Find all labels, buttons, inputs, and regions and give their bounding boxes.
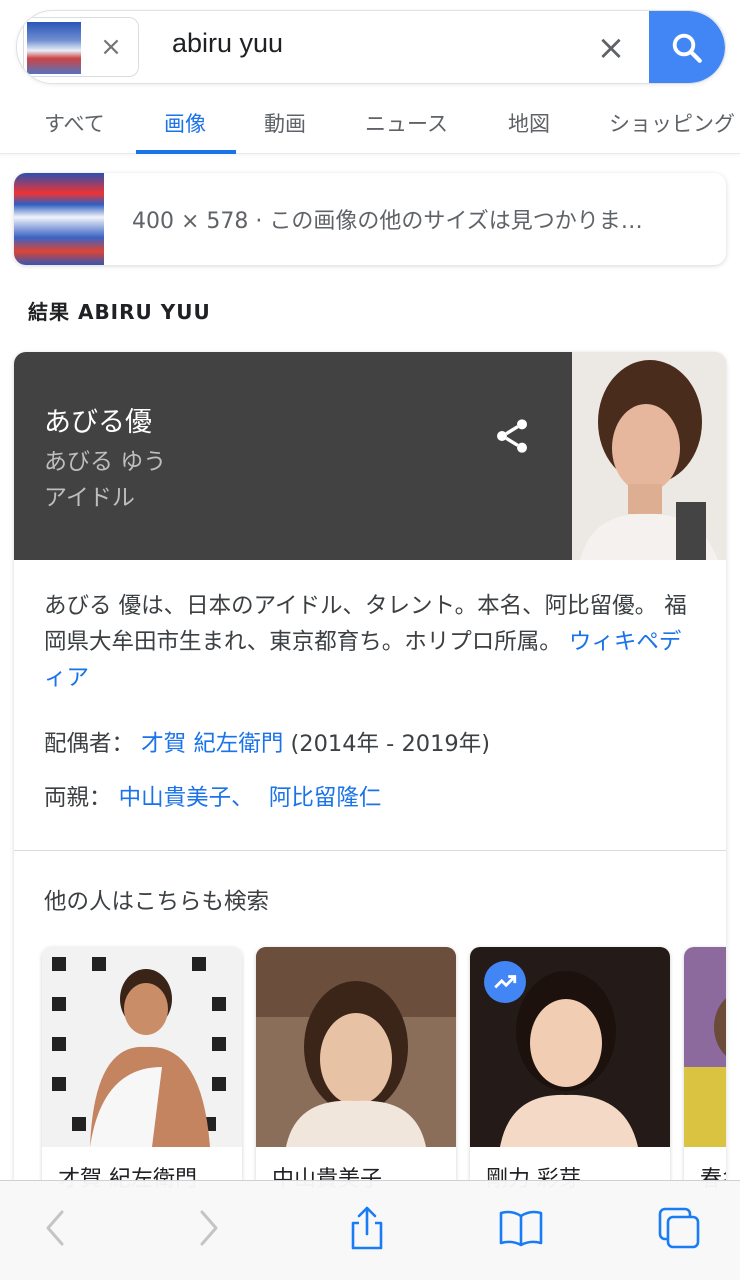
image-thumbnail (14, 173, 104, 265)
search-tabs: すべて 画像 動画 ニュース 地図 ショッピング (0, 96, 740, 154)
trending-up-icon (494, 975, 517, 989)
parent-link[interactable]: 中山貴美子、 (119, 785, 254, 811)
trending-badge (484, 961, 526, 1003)
entity-name: あびる優 (44, 407, 152, 438)
spouse-row: 配偶者： 才賀 紀左衛門 (2014年 - 2019年) (44, 726, 490, 758)
tab-all[interactable]: すべて (44, 108, 105, 138)
parents-row: 両親： 中山貴美子、 阿比留隆仁 (44, 780, 381, 812)
active-tab-indicator (136, 150, 236, 154)
search-input[interactable]: abiru yuu (172, 28, 283, 59)
remove-image-icon[interactable]: × (94, 30, 128, 64)
search-image-thumbnail (27, 22, 81, 74)
back-button[interactable] (32, 1205, 78, 1251)
chevron-right-icon (200, 1210, 218, 1246)
share-button[interactable] (344, 1205, 390, 1251)
person-photo (42, 947, 242, 1147)
browser-toolbar (0, 1180, 740, 1280)
entity-photo[interactable] (572, 352, 726, 560)
tab-news[interactable]: ニュース (365, 108, 448, 138)
entity-description: あびる 優は、日本のアイドル、タレント。本名、阿比留優。 福岡県大牟田市生まれ、… (44, 588, 694, 696)
parent-link[interactable]: 阿比留隆仁 (269, 785, 382, 811)
knowledge-panel: あびる優 あびる ゆう アイドル あびる 優は、日本のアイドル、タレント。本名、… (14, 352, 726, 1212)
related-person-card[interactable]: 剛力 彩芽 (470, 947, 670, 1212)
image-size-card[interactable]: 400 × 578 · この画像の他のサイズは見つかりま… (14, 173, 726, 265)
tab-videos[interactable]: 動画 (264, 108, 306, 138)
forward-button[interactable] (186, 1205, 232, 1251)
tab-images[interactable]: 画像 (164, 108, 206, 138)
entity-reading: あびる ゆう (44, 449, 167, 475)
spouse-link[interactable]: 才賀 紀左衛門 (141, 731, 283, 757)
search-button[interactable] (649, 11, 725, 83)
book-icon (499, 1210, 543, 1247)
results-heading: 結果 ABIRU YUU (28, 300, 211, 324)
person-photo (684, 947, 726, 1147)
chevron-left-icon (46, 1210, 64, 1246)
image-size-text: 400 × 578 · この画像の他のサイズは見つかりま… (132, 209, 643, 234)
related-person-card[interactable]: 才賀 紀左衛門 (42, 947, 242, 1212)
entity-type: アイドル (44, 485, 135, 511)
tab-shopping[interactable]: ショッピング (609, 108, 735, 138)
bookmarks-button[interactable] (498, 1205, 544, 1251)
tabs-button[interactable] (656, 1205, 702, 1251)
search-image-chip[interactable]: × (23, 17, 139, 77)
tabs-icon (658, 1207, 700, 1249)
spouse-label: 配偶者： (44, 731, 135, 757)
parents-label: 両親： (44, 785, 112, 811)
clear-search-icon[interactable]: × (589, 26, 633, 70)
share-icon (351, 1206, 383, 1250)
search-bar: × abiru yuu × (16, 10, 726, 84)
search-icon (672, 33, 702, 63)
related-person-card[interactable]: 中山貴美子 (256, 947, 456, 1212)
also-search-title: 他の人はこちらも検索 (44, 889, 270, 915)
share-icon[interactable] (492, 416, 532, 456)
spouse-years: (2014年 - 2019年) (290, 731, 490, 757)
related-people-carousel: 才賀 紀左衛門 中山貴美子 (42, 947, 726, 1212)
knowledge-panel-header: あびる優 あびる ゆう アイドル (14, 352, 572, 560)
tab-maps[interactable]: 地図 (508, 108, 550, 138)
divider (14, 850, 726, 851)
person-photo (256, 947, 456, 1147)
related-person-card[interactable]: 春名 (684, 947, 726, 1212)
